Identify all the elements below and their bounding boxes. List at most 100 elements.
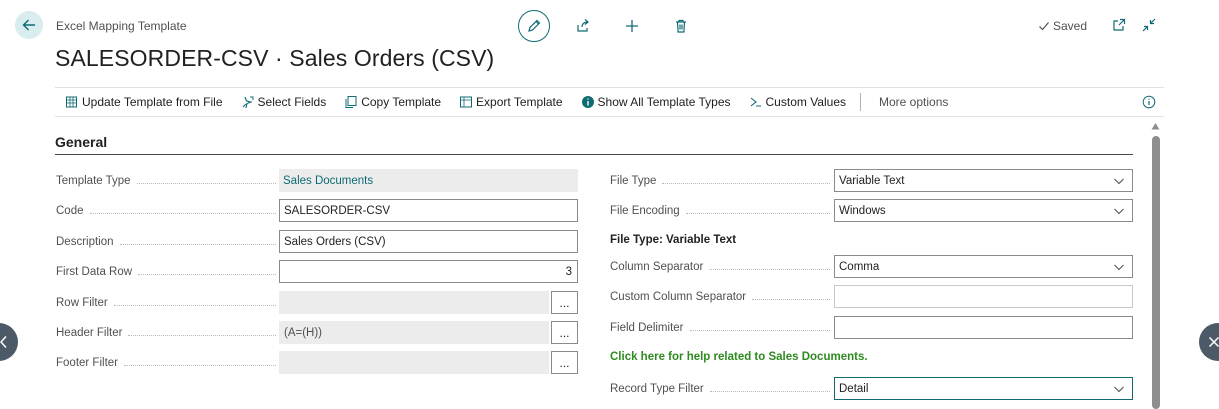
export-icon: [460, 96, 473, 108]
action-label: Copy Template: [361, 95, 442, 109]
checkmark-icon: [1039, 22, 1049, 31]
file-type-subheading: File Type: Variable Text: [610, 234, 737, 246]
chevron-down-icon: [1114, 208, 1124, 214]
more-options-button[interactable]: More options: [879, 95, 948, 109]
close-icon: [1208, 336, 1219, 348]
description-input[interactable]: Sales Orders (CSV): [279, 230, 578, 253]
select-value: Comma: [839, 260, 880, 273]
edit-button[interactable]: [518, 10, 550, 42]
chevron-down-icon: [1114, 386, 1124, 392]
file-encoding-select[interactable]: Windows: [834, 199, 1133, 222]
page-info-icon[interactable]: [1142, 95, 1156, 109]
dot-leader: [685, 212, 830, 214]
action-label: Select Fields: [257, 95, 327, 109]
dot-leader: [689, 329, 830, 331]
export-template-button[interactable]: Export Template: [459, 95, 563, 109]
share-button[interactable]: [567, 10, 599, 42]
show-all-template-types-button[interactable]: Show All Template Types: [581, 95, 731, 109]
label-text: Template Type: [56, 175, 131, 187]
update-template-button[interactable]: Update Template from File: [65, 95, 223, 109]
header-filter-label: Header Filter: [56, 327, 276, 339]
footer-filter-label: Footer Filter: [56, 357, 276, 369]
select-fields-icon: [242, 96, 254, 109]
action-label: Custom Values: [765, 95, 846, 109]
section-divider: [55, 154, 1133, 155]
dot-leader: [119, 243, 276, 245]
select-value: Windows: [839, 204, 886, 217]
new-button[interactable]: [616, 10, 648, 42]
first-data-row-label: First Data Row: [56, 266, 276, 278]
select-value: Detail: [839, 382, 869, 395]
label-text: Field Delimiter: [610, 322, 684, 334]
breadcrumb: Excel Mapping Template: [56, 19, 187, 33]
select-value: Variable Text: [839, 174, 905, 187]
label-text: Row Filter: [56, 297, 108, 309]
section-title-general[interactable]: General: [55, 134, 107, 150]
dot-leader: [89, 212, 276, 214]
custom-column-separator-input[interactable]: [834, 285, 1133, 308]
column-separator-label: Column Separator: [610, 261, 830, 273]
collapse-icon[interactable]: [1141, 17, 1157, 33]
chevron-down-icon: [1114, 264, 1124, 270]
open-new-window-icon[interactable]: [1111, 17, 1127, 33]
dot-leader: [752, 298, 830, 300]
dot-leader: [136, 182, 276, 184]
code-input[interactable]: SALESORDER-CSV: [279, 199, 578, 222]
trash-icon: [676, 19, 686, 33]
label-text: Footer Filter: [56, 357, 118, 369]
previous-record-button[interactable]: [0, 323, 18, 361]
dot-leader: [113, 304, 276, 306]
label-text: Record Type Filter: [610, 383, 704, 395]
action-label: Show All Template Types: [597, 95, 731, 109]
label-text: Column Separator: [610, 261, 704, 273]
code-label: Code: [56, 205, 276, 217]
footer-filter-assist-button[interactable]: ...: [551, 351, 578, 374]
header-filter-field[interactable]: (A=(H)): [279, 321, 549, 344]
arrow-left-icon: [22, 19, 35, 31]
dot-leader: [709, 268, 830, 270]
close-panel-button[interactable]: [1199, 323, 1219, 361]
row-filter-field[interactable]: [279, 291, 549, 314]
dot-leader: [124, 364, 276, 366]
column-separator-select[interactable]: Comma: [834, 255, 1133, 278]
template-type-label: Template Type: [56, 175, 276, 187]
row-filter-assist-button[interactable]: ...: [551, 291, 578, 314]
custom-column-separator-label: Custom Column Separator: [610, 291, 830, 303]
label-text: Description: [56, 236, 114, 248]
copy-template-button[interactable]: Copy Template: [344, 95, 441, 109]
label-text: File Type: [610, 175, 657, 187]
template-type-field[interactable]: Sales Documents: [279, 169, 578, 192]
field-delimiter-label: Field Delimiter: [610, 322, 830, 334]
saved-label: Saved: [1053, 19, 1088, 33]
record-type-filter-select[interactable]: Detail: [834, 377, 1133, 400]
footer-filter-field[interactable]: [279, 351, 549, 374]
dot-leader: [128, 334, 276, 336]
chevron-down-icon: [1114, 178, 1124, 184]
custom-values-button[interactable]: Custom Values: [749, 95, 846, 109]
divider: [860, 93, 861, 111]
share-icon: [577, 19, 589, 32]
page-title: SALESORDER-CSV · Sales Orders (CSV): [55, 45, 495, 71]
label-text: First Data Row: [56, 266, 133, 278]
dot-leader: [709, 390, 830, 392]
custom-values-icon: [750, 97, 761, 107]
delete-button[interactable]: [665, 10, 697, 42]
file-encoding-label: File Encoding: [610, 205, 830, 217]
file-type-label: File Type: [610, 175, 830, 187]
select-fields-button[interactable]: Select Fields: [241, 95, 327, 109]
dot-leader: [138, 273, 276, 275]
chevron-left-icon: [0, 335, 7, 349]
help-link[interactable]: Click here for help related to Sales Doc…: [610, 351, 868, 363]
saved-status: Saved: [1038, 19, 1087, 33]
back-button[interactable]: [15, 11, 43, 39]
header-filter-assist-button[interactable]: ...: [551, 321, 578, 344]
plus-icon: [626, 20, 638, 32]
top-actions: [518, 10, 697, 42]
file-type-select[interactable]: Variable Text: [834, 169, 1133, 192]
field-delimiter-input[interactable]: [834, 316, 1133, 339]
dot-leader: [662, 182, 830, 184]
scroll-up-arrow-icon[interactable]: [1151, 122, 1160, 130]
first-data-row-input[interactable]: 3: [279, 260, 578, 283]
label-text: Code: [56, 205, 84, 217]
scrollbar-thumb[interactable]: [1152, 136, 1160, 409]
